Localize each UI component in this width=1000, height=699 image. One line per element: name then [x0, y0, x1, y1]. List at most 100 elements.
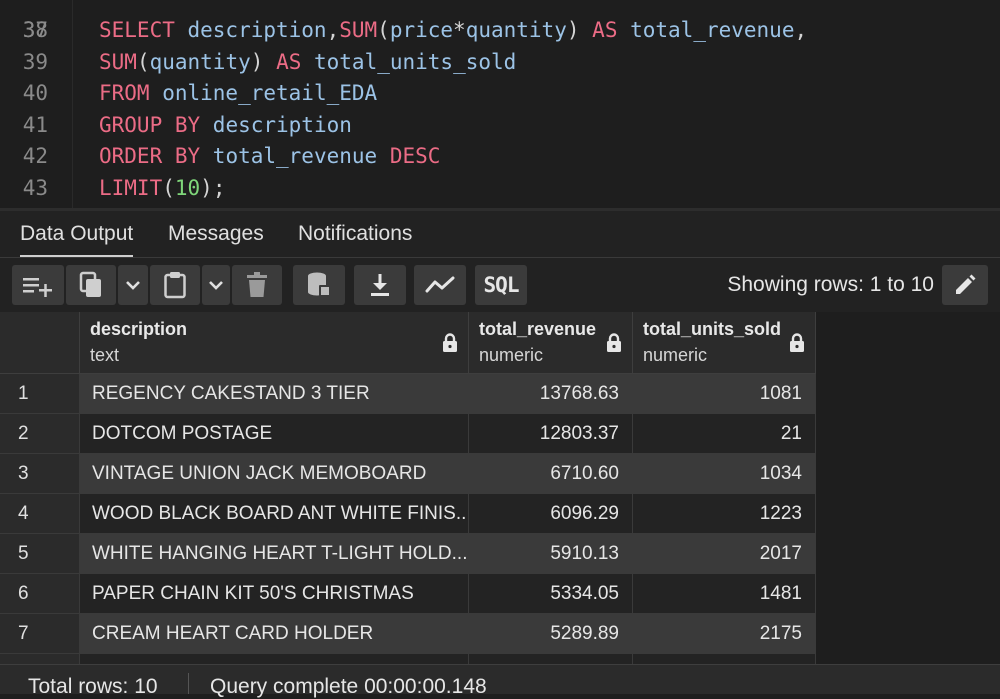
- table-row[interactable]: 7 CREAM HEART CARD HOLDER 5289.89 2175: [0, 614, 816, 654]
- total-revenue-cell[interactable]: 6710.60: [469, 454, 633, 494]
- copy-options-dropdown[interactable]: [118, 265, 148, 305]
- code-text: FROM online_retail_EDA: [99, 78, 377, 109]
- lock-icon: [443, 333, 457, 352]
- lock-icon: [790, 333, 804, 352]
- total-units-sold-cell[interactable]: [633, 654, 816, 664]
- table-row[interactable]: 6 PAPER CHAIN KIT 50'S CHRISTMAS 5334.05 14…: [0, 574, 816, 614]
- column-name: description: [90, 319, 188, 339]
- table-row[interactable]: 3 VINTAGE UNION JACK MEMOBOARD 6710.60 1034: [0, 454, 816, 494]
- sql-button[interactable]: SQL: [475, 265, 527, 305]
- row-number-cell: 4: [0, 494, 80, 534]
- column-header-description[interactable]: description text: [80, 312, 469, 374]
- total-revenue-cell[interactable]: [469, 654, 633, 664]
- table-row[interactable]: 5 WHITE HANGING HEART T-LIGHT HOLD... 5910…: [0, 534, 816, 574]
- sql-editor[interactable]: 37 38 SELECT description,SUM(price*quanti…: [0, 0, 1000, 208]
- sql-identifier: price: [389, 18, 454, 42]
- paste-icon: [164, 272, 186, 299]
- sql-keyword: SUM: [99, 49, 137, 74]
- code-text: GROUP BY description: [99, 110, 352, 141]
- line-number: 41: [22, 112, 48, 137]
- line-number: 42: [22, 144, 48, 168]
- total-units-sold-cell[interactable]: 1081: [633, 374, 816, 414]
- sql-identifier: total_units_sold: [301, 49, 517, 74]
- sql-identifier: online_retail_EDA: [149, 81, 378, 105]
- total-units-sold-cell[interactable]: 1481: [633, 574, 816, 614]
- table-row[interactable]: 4 WOOD BLACK BOARD ANT WHITE FINIS... 6096…: [0, 494, 816, 534]
- row-number-cell: 6: [0, 574, 80, 614]
- row-number-header[interactable]: [0, 312, 80, 374]
- total-units-sold-cell[interactable]: 2175: [633, 614, 816, 654]
- edit-rows-button[interactable]: [942, 265, 988, 305]
- total-revenue-cell[interactable]: 6096.29: [469, 494, 633, 534]
- column-header-total-units-sold[interactable]: total_units_sold numeric: [633, 312, 816, 374]
- lock-icon: [607, 333, 621, 352]
- sql-keyword: SELECT: [99, 18, 175, 42]
- sql-identifier: total_revenue: [617, 18, 795, 42]
- total-units-sold-cell[interactable]: 1223: [633, 494, 816, 534]
- column-name: total_units_sold: [643, 319, 782, 339]
- row-number-cell: 1: [0, 374, 80, 414]
- tab-data-output[interactable]: Data Output: [20, 211, 134, 257]
- total-revenue-cell[interactable]: 13768.63: [469, 374, 633, 414]
- description-cell[interactable]: WOOD BLACK BOARD ANT WHITE FINIS...: [80, 494, 469, 534]
- sql-identifier: description: [174, 18, 327, 42]
- save-data-button[interactable]: [293, 265, 345, 305]
- description-cell[interactable]: DOTCOM POSTAGE: [80, 414, 469, 454]
- column-header-total-revenue[interactable]: total_revenue numeric: [469, 312, 633, 374]
- description-cell[interactable]: REGENCY CAKESTAND 3 TIER: [80, 374, 469, 414]
- sql-keyword: GROUP BY: [99, 112, 201, 137]
- save-data-icon: [308, 272, 331, 297]
- download-button[interactable]: [354, 265, 406, 305]
- line-number: 38: [22, 18, 48, 42]
- description-cell[interactable]: WHITE HANGING HEART T-LIGHT HOLD...: [80, 534, 469, 574]
- table-row[interactable]: 2 DOTCOM POSTAGE 12803.37 21: [0, 414, 816, 454]
- column-type: numeric: [479, 345, 544, 365]
- sql-punctuation: (: [377, 18, 390, 42]
- description-cell[interactable]: PAPER CHAIN KIT 50'S CHRISTMAS: [80, 574, 469, 614]
- add-row-icon: [23, 278, 52, 297]
- sql-identifier: quantity: [149, 49, 251, 74]
- delete-button[interactable]: [232, 265, 282, 305]
- line-number: 43: [22, 175, 48, 200]
- row-number-cell: 7: [0, 614, 80, 654]
- description-cell[interactable]: VINTAGE UNION JACK MEMOBOARD: [80, 454, 469, 494]
- description-cell[interactable]: CREAM HEART CARD HOLDER: [80, 614, 469, 654]
- sql-punctuation: ): [566, 18, 580, 42]
- total-units-sold-cell[interactable]: 1034: [633, 454, 816, 494]
- tab-messages[interactable]: Messages: [168, 211, 264, 257]
- total-units-sold-cell[interactable]: 21: [633, 414, 816, 454]
- sql-identifier: description: [200, 112, 352, 137]
- copy-button[interactable]: [66, 265, 116, 305]
- sql-identifier: quantity: [465, 18, 567, 42]
- description-cell[interactable]: [80, 654, 469, 664]
- paste-options-dropdown[interactable]: [202, 265, 230, 305]
- pencil-icon: [956, 274, 976, 294]
- code-text: LIMIT(10);: [99, 173, 225, 204]
- column-name: total_revenue: [479, 319, 597, 339]
- query-complete-status: Query complete 00:00:00.148: [210, 675, 487, 698]
- total-revenue-cell[interactable]: 5910.13: [469, 534, 633, 574]
- row-number-cell: 2: [0, 414, 80, 454]
- total-revenue-cell[interactable]: 5289.89: [469, 614, 633, 654]
- line-number: 40: [22, 81, 48, 105]
- total-revenue-cell[interactable]: 5334.05: [469, 574, 633, 614]
- showing-rows-label: Showing rows: 1 to 10: [727, 273, 934, 296]
- chevron-down-icon: [126, 281, 140, 290]
- table-row[interactable]: 1 REGENCY CAKESTAND 3 TIER 13768.63 1081: [0, 374, 816, 414]
- table-row-partial[interactable]: [0, 654, 816, 664]
- code-text: ORDER BY total_revenue DESC: [99, 141, 440, 172]
- sql-identifier: [263, 50, 276, 74]
- row-number-cell: 3: [0, 454, 80, 494]
- sql-keyword: SUM: [339, 18, 378, 42]
- total-rows-status: Total rows: 10: [28, 675, 158, 698]
- sql-punctuation: ): [200, 175, 213, 200]
- code-line-partial: 37: [0, 0, 51, 42]
- paste-button[interactable]: [150, 265, 200, 305]
- add-row-button[interactable]: [12, 265, 64, 305]
- graph-visualiser-button[interactable]: [414, 265, 466, 305]
- tab-notifications[interactable]: Notifications: [298, 211, 412, 257]
- line-number: 39: [22, 49, 48, 74]
- total-revenue-cell[interactable]: 12803.37: [469, 414, 633, 454]
- total-units-sold-cell[interactable]: 2017: [633, 534, 816, 574]
- status-bar: Total rows: 10 Query complete 00:00:00.1…: [0, 664, 1000, 698]
